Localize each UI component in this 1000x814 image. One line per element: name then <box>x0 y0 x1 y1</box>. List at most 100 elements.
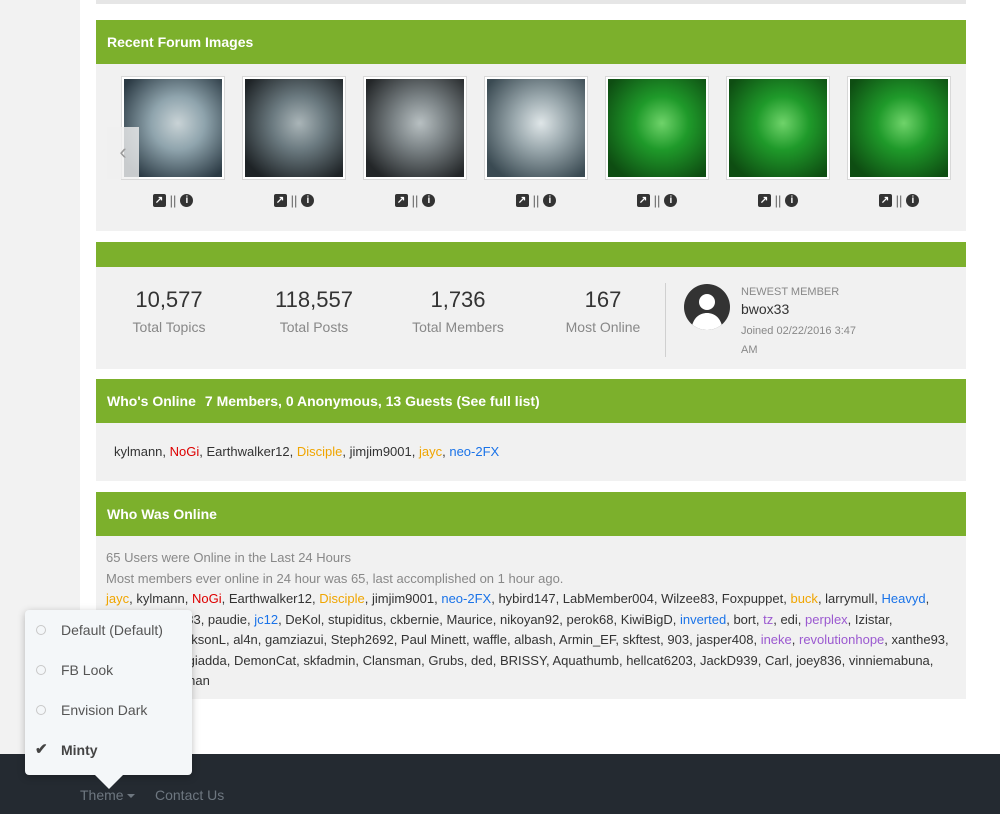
stat-total-members: 1,736 Total Members <box>388 287 528 335</box>
external-link-icon[interactable]: ↗ <box>152 194 166 208</box>
user-link[interactable]: perplex <box>805 612 848 627</box>
user-link[interactable]: Earthwalker12 <box>207 444 290 459</box>
info-icon[interactable]: i <box>301 194 315 208</box>
user-link[interactable]: inverted <box>680 612 726 627</box>
user-link[interactable]: DeKol <box>285 612 320 627</box>
user-link[interactable]: Armin_EF <box>559 632 615 647</box>
user-link[interactable]: jasper408 <box>696 632 753 647</box>
forum-image-thumbnail[interactable] <box>605 76 709 180</box>
user-link[interactable]: jayc <box>419 444 442 459</box>
theme-option-envision-dark[interactable]: Envision Dark <box>25 690 192 730</box>
user-link[interactable]: jimjim9001 <box>372 591 434 606</box>
user-link[interactable]: giadda <box>188 653 227 668</box>
user-link[interactable]: neo-2FX <box>441 591 491 606</box>
user-link[interactable]: al4n <box>233 632 258 647</box>
external-link-icon[interactable]: ↗ <box>757 194 771 208</box>
external-link-icon[interactable]: ↗ <box>515 194 529 208</box>
user-link[interactable]: jayc <box>106 591 129 606</box>
info-icon[interactable]: i <box>180 194 194 208</box>
whos-online-counts[interactable]: 7 Members, 0 Anonymous, 13 Guests (See f… <box>205 393 540 409</box>
user-link[interactable]: revolutionhope <box>799 632 884 647</box>
stat-label: Total Members <box>412 319 504 335</box>
info-icon[interactable]: i <box>422 194 436 208</box>
forum-image-thumbnail[interactable] <box>726 76 830 180</box>
stat-label: Total Topics <box>132 319 206 335</box>
user-link[interactable]: NoGi <box>170 444 200 459</box>
user-link[interactable]: Aquathumb <box>552 653 619 668</box>
forum-image-thumbnail[interactable] <box>847 76 951 180</box>
external-link-icon[interactable]: ↗ <box>878 194 892 208</box>
action-separator: || <box>895 193 903 209</box>
user-link[interactable]: skftest <box>623 632 661 647</box>
user-link[interactable]: Grubs <box>428 653 463 668</box>
user-link[interactable]: JackD939 <box>700 653 758 668</box>
user-link[interactable]: Steph2692 <box>331 632 394 647</box>
info-icon[interactable]: i <box>664 194 678 208</box>
newest-member-name[interactable]: bwox33 <box>741 301 881 317</box>
user-link[interactable]: waffle <box>473 632 507 647</box>
user-link[interactable]: jimjim9001 <box>350 444 412 459</box>
avatar[interactable] <box>684 284 730 330</box>
theme-option-default[interactable]: Default (Default) <box>25 610 192 650</box>
external-link-icon[interactable]: ↗ <box>394 194 408 208</box>
user-link[interactable]: Wilzee83 <box>661 591 714 606</box>
user-link[interactable]: Earthwalker12 <box>229 591 312 606</box>
user-link[interactable]: Izistar <box>855 612 889 627</box>
user-link[interactable]: BRISSY <box>500 653 546 668</box>
external-link-icon[interactable]: ↗ <box>273 194 287 208</box>
user-link[interactable]: edi <box>780 612 797 627</box>
user-link[interactable]: tz <box>763 612 773 627</box>
user-link[interactable]: ineke <box>761 632 792 647</box>
forum-image-thumbnail[interactable] <box>242 76 346 180</box>
user-link[interactable]: joey836 <box>796 653 842 668</box>
user-link[interactable]: Maurice <box>446 612 492 627</box>
user-link[interactable]: Heavyd <box>882 591 926 606</box>
user-link[interactable]: Disciple <box>319 591 365 606</box>
stat-value: 1,736 <box>430 287 486 312</box>
user-link[interactable]: skfadmin <box>303 653 355 668</box>
user-link[interactable]: paudie <box>208 612 247 627</box>
forum-image-thumbnail[interactable] <box>484 76 588 180</box>
info-icon[interactable]: i <box>906 194 920 208</box>
user-link[interactable]: larrymull <box>825 591 874 606</box>
user-link[interactable]: Paul Minett <box>401 632 466 647</box>
theme-menu-toggle[interactable]: Theme <box>80 787 135 803</box>
user-link[interactable]: DemonCat <box>234 653 296 668</box>
theme-option-label: Default (Default) <box>61 622 163 638</box>
info-icon[interactable]: i <box>543 194 557 208</box>
user-link[interactable]: neo-2FX <box>449 444 499 459</box>
user-link[interactable]: kylmann <box>136 591 184 606</box>
previous-arrow-icon[interactable]: ‹ <box>107 127 139 179</box>
user-link[interactable]: buck <box>790 591 817 606</box>
user-link[interactable]: ckbernie <box>390 612 439 627</box>
user-link[interactable]: stupiditus <box>328 612 383 627</box>
theme-option-minty[interactable]: ✔ Minty <box>25 730 192 770</box>
user-link[interactable]: NoGi <box>192 591 222 606</box>
user-link[interactable]: jc12 <box>254 612 278 627</box>
user-link[interactable]: Clansman <box>363 653 422 668</box>
online-user-list: kylmann, NoGi, Earthwalker12, Disciple, … <box>114 444 500 459</box>
user-link[interactable]: ded <box>471 653 493 668</box>
user-link[interactable]: LabMember004 <box>563 591 654 606</box>
thumbnail-actions: ↗ || i <box>121 192 225 208</box>
theme-option-fb-look[interactable]: FB Look <box>25 650 192 690</box>
user-link[interactable]: bort <box>733 612 755 627</box>
user-link[interactable]: xanthe93 <box>892 632 946 647</box>
user-link[interactable]: kylmann <box>114 444 162 459</box>
user-link[interactable]: KiwiBigD <box>621 612 673 627</box>
forum-image-thumbnail[interactable] <box>363 76 467 180</box>
user-link[interactable]: hybird147 <box>498 591 555 606</box>
user-link[interactable]: albash <box>514 632 552 647</box>
user-link[interactable]: 903 <box>667 632 689 647</box>
external-link-icon[interactable]: ↗ <box>636 194 650 208</box>
info-icon[interactable]: i <box>785 194 799 208</box>
user-link[interactable]: Disciple <box>297 444 343 459</box>
user-link[interactable]: gamziazui <box>265 632 324 647</box>
user-link[interactable]: Foxpuppet <box>722 591 783 606</box>
contact-us-link[interactable]: Contact Us <box>155 787 224 803</box>
user-link[interactable]: vinniemabuna <box>849 653 930 668</box>
user-link[interactable]: Carl <box>765 653 789 668</box>
user-link[interactable]: hellcat6203 <box>626 653 693 668</box>
user-link[interactable]: perok68 <box>566 612 613 627</box>
user-link[interactable]: nikoyan92 <box>500 612 559 627</box>
